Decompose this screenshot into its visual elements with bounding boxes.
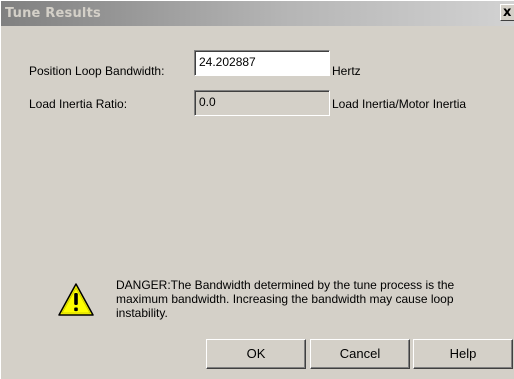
title-bar[interactable]: Tune Results x bbox=[1, 1, 514, 26]
warning-message: DANGER:The Bandwidth determined by the t… bbox=[116, 278, 455, 320]
inertia-label: Load Inertia Ratio: bbox=[29, 97, 128, 111]
close-icon: x bbox=[503, 5, 512, 20]
window-title: Tune Results bbox=[5, 6, 101, 21]
inertia-unit: Load Inertia/Motor Inertia bbox=[332, 97, 467, 111]
inertia-field: 0.0 bbox=[194, 90, 330, 116]
warning-icon bbox=[58, 283, 94, 316]
bandwidth-input[interactable]: 24.202887 bbox=[194, 50, 330, 76]
tune-results-dialog: Tune Results x Position Loop Bandwidth: … bbox=[0, 0, 514, 379]
close-button[interactable]: x bbox=[500, 4, 514, 21]
ok-button[interactable]: OK bbox=[206, 339, 306, 369]
bandwidth-label: Position Loop Bandwidth: bbox=[29, 64, 165, 78]
help-button[interactable]: Help bbox=[413, 339, 513, 369]
cancel-button[interactable]: Cancel bbox=[310, 339, 410, 369]
bandwidth-unit: Hertz bbox=[332, 64, 361, 78]
